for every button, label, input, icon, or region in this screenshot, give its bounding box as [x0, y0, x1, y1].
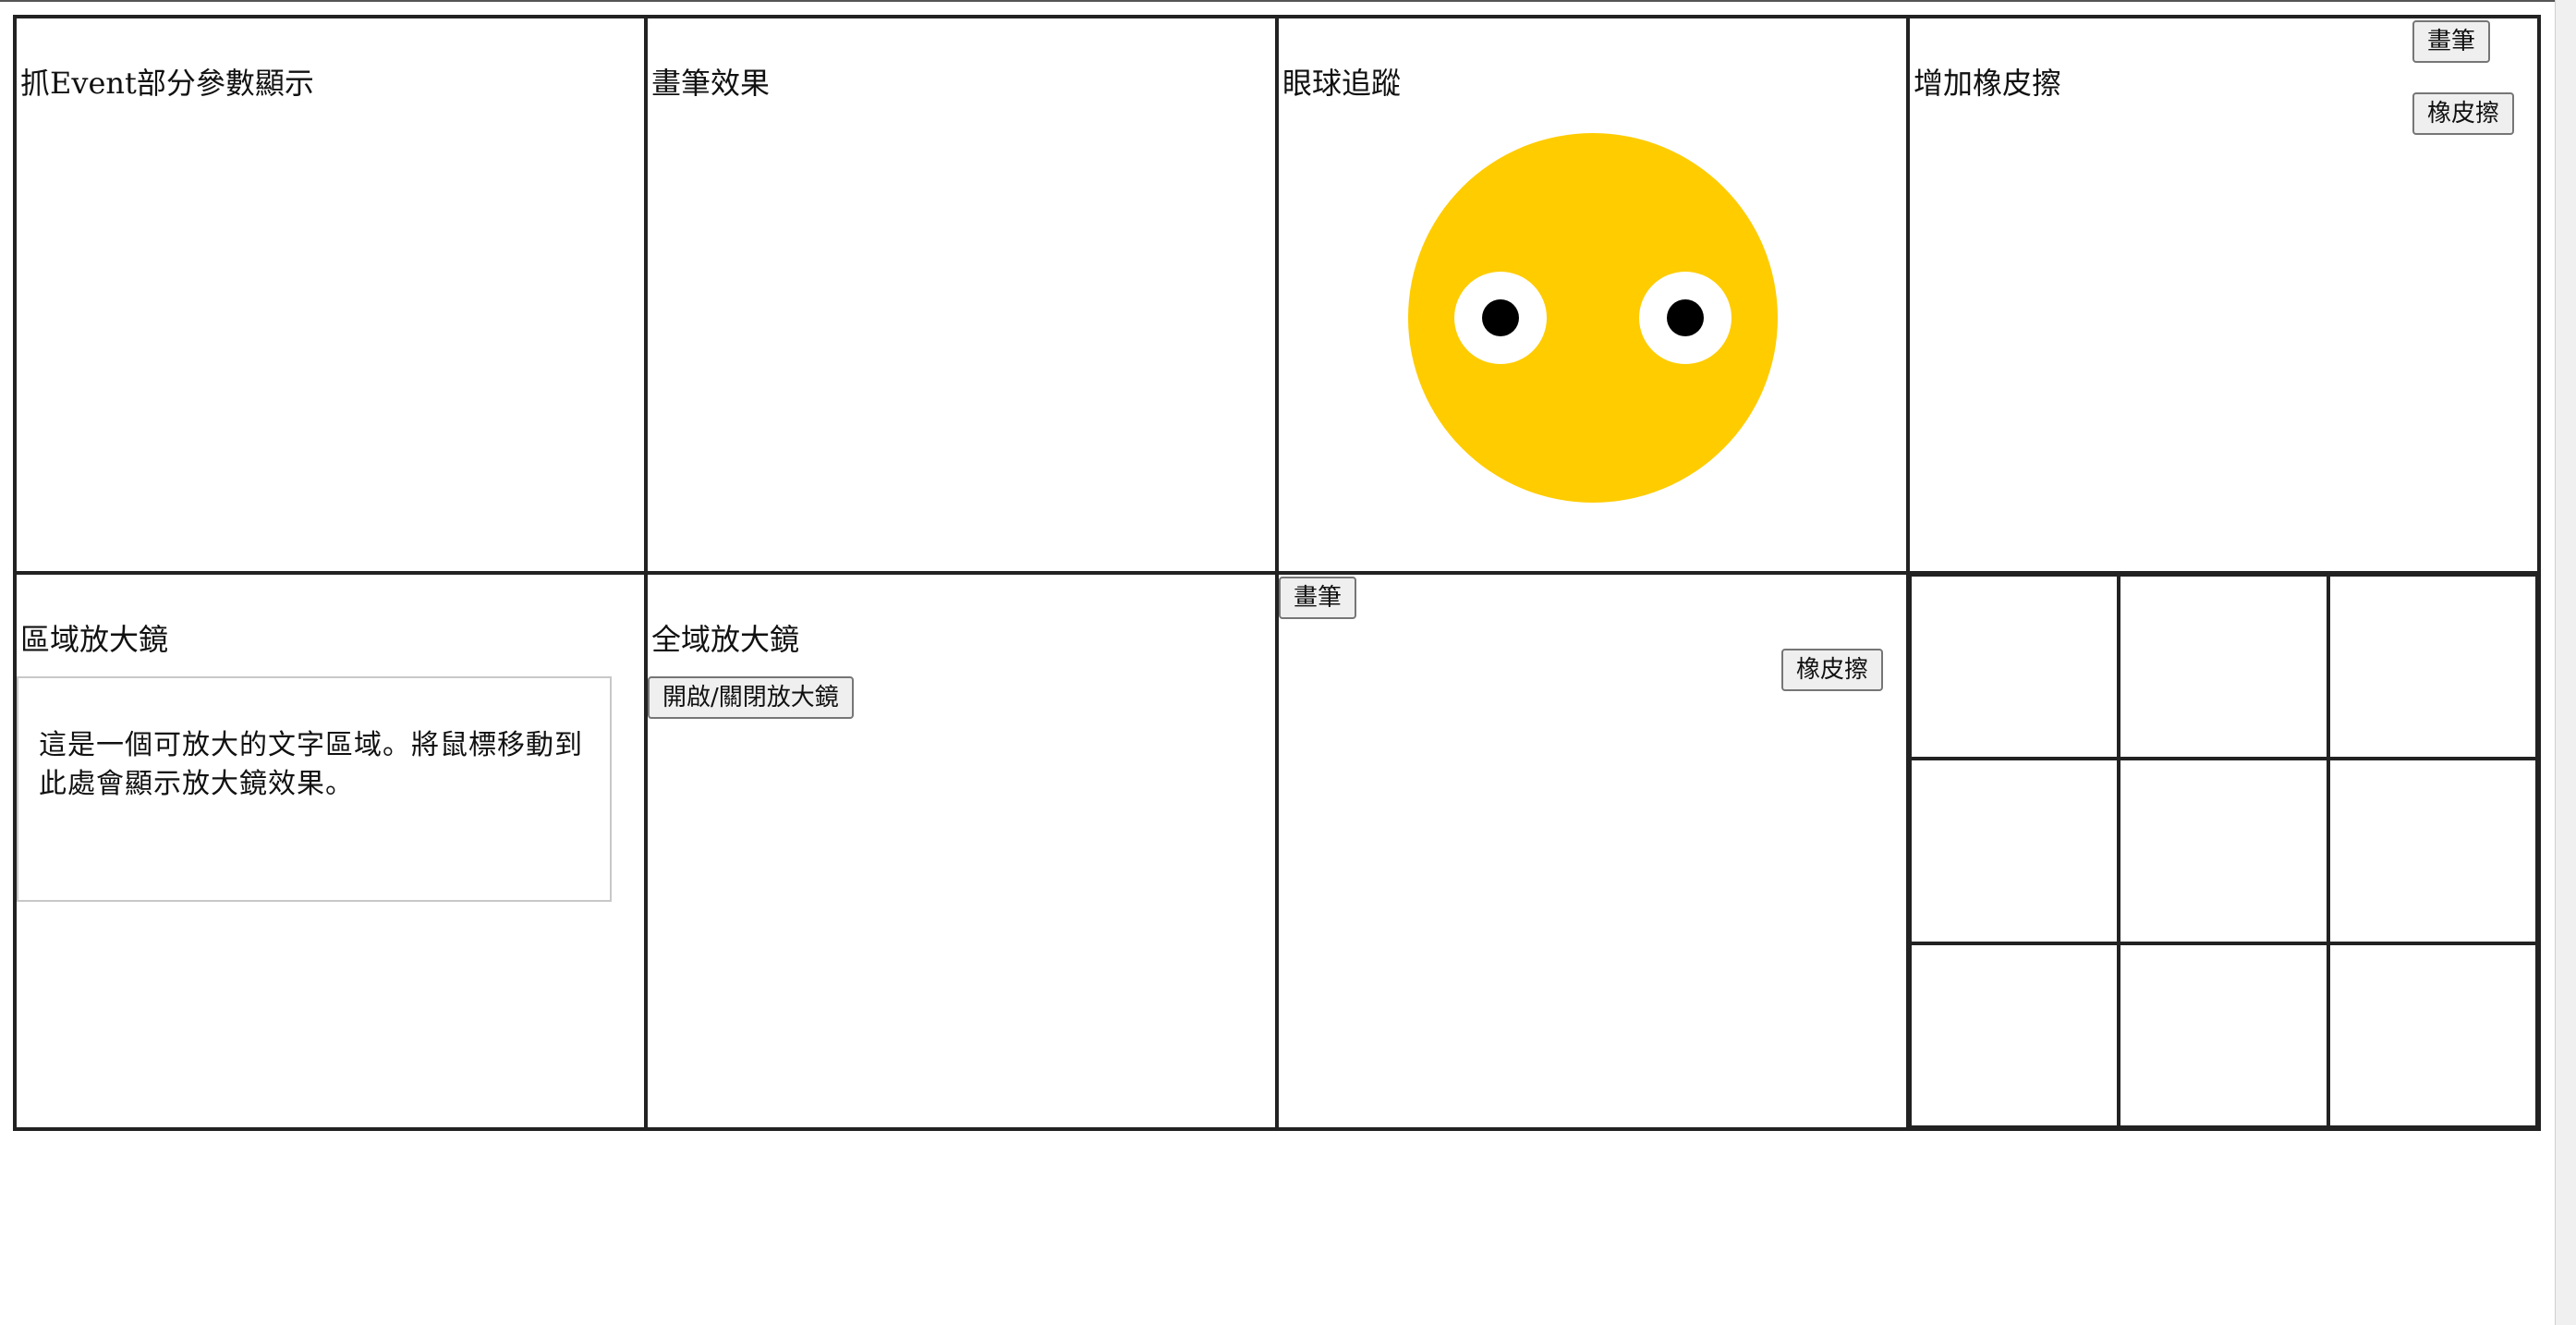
- brush-button[interactable]: 畫筆: [1279, 577, 1357, 619]
- board-cell[interactable]: [2327, 575, 2537, 760]
- panel-title: 眼球追蹤: [1282, 66, 1402, 101]
- panel-brush-effect[interactable]: 畫筆效果: [646, 17, 1277, 573]
- left-eye: [1454, 272, 1547, 364]
- magnifiable-text-area[interactable]: 這是一個可放大的文字區域。將鼠標移動到此處會顯示放大鏡效果。: [17, 676, 612, 902]
- panel-title: 畫筆效果: [651, 66, 771, 101]
- panel-canvas-tools[interactable]: 畫筆 橡皮擦: [1277, 573, 1908, 1129]
- eraser-button[interactable]: 橡皮擦: [2412, 92, 2515, 135]
- right-eye: [1639, 272, 1732, 364]
- board-cell[interactable]: [2119, 759, 2328, 943]
- demo-grid: 抓Event部分參數顯示 畫筆效果 眼球追蹤 增加橡皮擦 畫筆 橡皮擦 區域放大…: [13, 15, 2541, 1131]
- magnifiable-text: 這是一個可放大的文字區域。將鼠標移動到此處會顯示放大鏡效果。: [39, 729, 583, 800]
- board-cell[interactable]: [2327, 759, 2537, 943]
- board-cell[interactable]: [2119, 942, 2328, 1127]
- board-cell[interactable]: [1910, 942, 2120, 1127]
- right-pupil: [1667, 299, 1704, 336]
- smiley-face: [1408, 133, 1778, 503]
- board-cell[interactable]: [2119, 575, 2328, 760]
- panel-area-magnifier: 區域放大鏡 這是一個可放大的文字區域。將鼠標移動到此處會顯示放大鏡效果。: [15, 573, 646, 1129]
- panel-title: 抓Event部分參數顯示: [20, 66, 314, 101]
- panel-title: 區域放大鏡: [20, 622, 169, 657]
- panel-event-params[interactable]: 抓Event部分參數顯示: [15, 17, 646, 573]
- tic-tac-toe-board: [1908, 573, 2539, 1129]
- board-cell[interactable]: [1910, 575, 2120, 760]
- window-top-edge: [0, 0, 2576, 2]
- board-cell[interactable]: [2327, 942, 2537, 1127]
- panel-title: 增加橡皮擦: [1914, 66, 2062, 101]
- panel-title: 全域放大鏡: [651, 622, 800, 657]
- eraser-button[interactable]: 橡皮擦: [1781, 649, 1884, 691]
- panel-add-eraser[interactable]: 增加橡皮擦 畫筆 橡皮擦: [1908, 17, 2539, 573]
- toggle-magnifier-button[interactable]: 開啟/關閉放大鏡: [648, 676, 854, 719]
- panel-eye-tracking[interactable]: 眼球追蹤: [1277, 17, 1908, 573]
- scrollbar-track[interactable]: [2555, 0, 2576, 1325]
- left-pupil: [1482, 299, 1519, 336]
- brush-button[interactable]: 畫筆: [2412, 20, 2491, 63]
- panel-global-magnifier: 全域放大鏡 開啟/關閉放大鏡: [646, 573, 1277, 1129]
- board-cell[interactable]: [1910, 759, 2120, 943]
